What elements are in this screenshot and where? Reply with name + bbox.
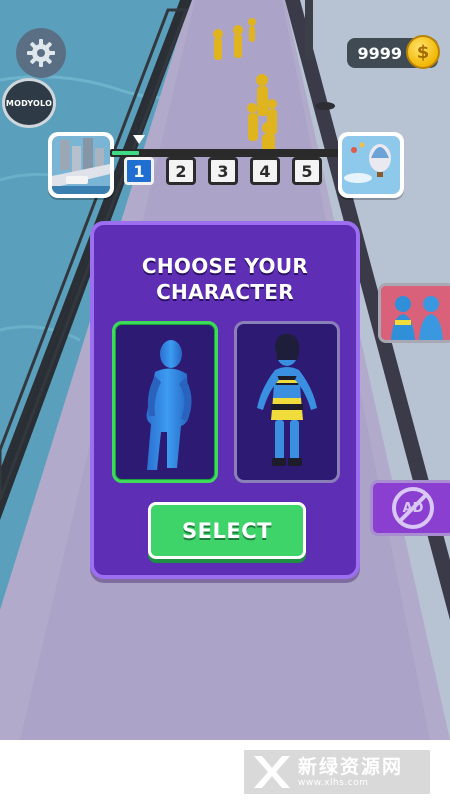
- game-scene[interactable]: MODYOLO 9999 $ 1 2 3 4 5 AD CHOOSE YOUR …: [0, 0, 450, 740]
- stage-2: 2: [166, 157, 196, 185]
- select-button-label: SELECT: [182, 518, 272, 543]
- progress-fill: [112, 151, 139, 155]
- characters-icon: [381, 286, 450, 340]
- female-character-icon: [257, 333, 317, 466]
- stage-5: 5: [292, 157, 322, 185]
- progress-track: [110, 149, 342, 157]
- watermark-title: 新绿资源网: [298, 756, 404, 778]
- male-character-icon: [146, 340, 192, 470]
- end-level-thumbnail: [338, 132, 404, 198]
- watermark-bar: 新绿资源网 www.xlhs.com: [0, 740, 450, 800]
- stage-1: 1: [124, 157, 154, 185]
- watermark: 新绿资源网 www.xlhs.com: [244, 750, 430, 794]
- character-option-female[interactable]: [234, 321, 340, 483]
- dialog-title-line-1: CHOOSE YOUR: [141, 254, 309, 278]
- settings-button[interactable]: [16, 28, 66, 78]
- coin-count: 9999: [357, 43, 402, 63]
- city-level-icon: [52, 136, 110, 194]
- watermark-logo-icon: [254, 756, 290, 788]
- level-progress: 12345: [48, 132, 404, 200]
- character-select-dialog: CHOOSE YOUR CHARACTER SELECT: [90, 221, 360, 579]
- select-button[interactable]: SELECT: [148, 502, 306, 559]
- progress-pointer-icon: [133, 135, 145, 144]
- coin-icon: $: [406, 35, 440, 69]
- modyolo-label: MODYOLO: [5, 98, 53, 108]
- stage-4: 4: [250, 157, 280, 185]
- stage-3: 3: [208, 157, 238, 185]
- characters-shop-button[interactable]: [378, 283, 450, 343]
- coin-counter: 9999 $: [347, 35, 440, 69]
- dialog-title: CHOOSE YOUR CHARACTER: [94, 253, 356, 305]
- dialog-title-line-2: CHARACTER: [156, 280, 294, 304]
- start-level-thumbnail: [48, 132, 114, 198]
- no-ads-button[interactable]: AD: [370, 480, 450, 536]
- balloon-level-icon: [342, 136, 400, 194]
- no-ads-text: AD: [402, 500, 424, 516]
- modyolo-badge: MODYOLO: [2, 78, 56, 128]
- watermark-url: www.xlhs.com: [298, 778, 369, 788]
- coin-symbol: $: [416, 41, 430, 63]
- gear-icon: [27, 39, 55, 67]
- character-option-male[interactable]: [112, 321, 218, 483]
